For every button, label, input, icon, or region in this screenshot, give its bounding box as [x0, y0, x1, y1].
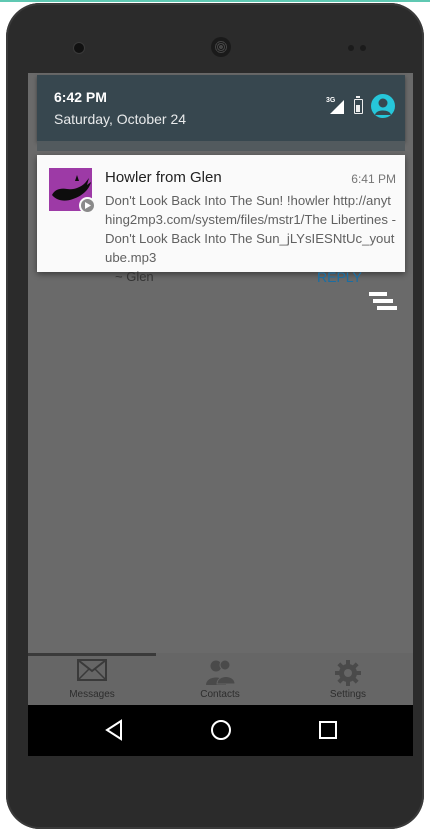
light-sensor	[360, 45, 366, 51]
notification-title: Howler from Glen	[105, 169, 222, 186]
navigation-bar	[28, 705, 413, 756]
shade-date[interactable]: Saturday, October 24	[54, 111, 186, 127]
network-type-label: 3G	[326, 97, 336, 104]
stacked-menu-icon[interactable]	[369, 292, 397, 312]
notification-shade-header[interactable]: 6:42 PM Saturday, October 24 3G	[37, 75, 405, 141]
tab-contacts-label: Contacts	[200, 689, 240, 700]
contacts-icon	[204, 659, 236, 690]
notification-card[interactable]: Howler from Glen 6:41 PM Don't Look Back…	[37, 155, 405, 272]
recents-icon[interactable]	[318, 719, 338, 746]
notification-time: 6:41 PM	[351, 172, 396, 186]
earpiece-speaker	[211, 37, 231, 57]
shade-divider	[37, 141, 405, 151]
top-accent-strip	[0, 0, 430, 2]
tab-contacts[interactable]: Contacts	[156, 653, 284, 705]
gear-icon	[334, 659, 362, 692]
front-camera	[74, 43, 84, 53]
tab-messages-label: Messages	[69, 689, 115, 700]
account-icon[interactable]	[371, 94, 395, 118]
phone-frame: 6:42 PM Saturday, October 24 3G Howler f…	[6, 3, 424, 829]
proximity-sensor	[348, 45, 354, 51]
shade-status-icons: 3G	[326, 94, 395, 118]
message-signature: ~ Glen	[115, 269, 154, 284]
screen: 6:42 PM Saturday, October 24 3G Howler f…	[28, 73, 413, 756]
home-icon[interactable]	[210, 719, 232, 746]
play-badge-icon	[79, 197, 96, 214]
battery-icon	[354, 95, 363, 114]
shade-time: 6:42 PM	[54, 89, 107, 105]
tab-settings-label: Settings	[329, 689, 367, 700]
reply-button[interactable]: REPLY	[317, 269, 362, 285]
tab-settings[interactable]: Settings	[284, 653, 412, 705]
tab-messages[interactable]: Messages	[28, 653, 156, 705]
bottom-tab-bar: Messages Contacts Settings	[28, 653, 413, 705]
back-icon[interactable]	[104, 719, 124, 746]
envelope-icon	[77, 659, 107, 686]
signal-icon: 3G	[326, 97, 346, 114]
notification-body: Don't Look Back Into The Sun! !howler ht…	[105, 193, 396, 265]
